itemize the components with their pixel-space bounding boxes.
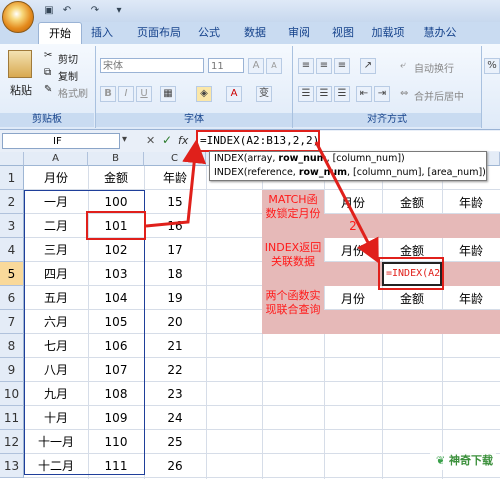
arrow-to-active-cell [314,141,379,264]
watermark-leaf-icon: ❦ [435,454,449,467]
watermark: ❦ 神奇下载 [430,452,496,470]
annotation-arrows [145,139,379,264]
watermark-text: 神奇下载 [449,454,493,467]
office-button[interactable] [2,1,34,33]
arrow-to-formula [145,139,207,228]
